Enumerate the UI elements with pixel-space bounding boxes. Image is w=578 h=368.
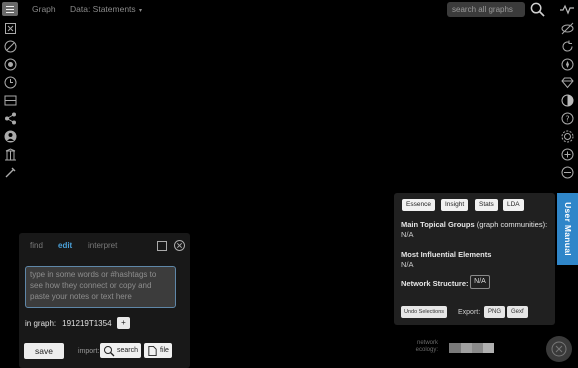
export-gexf-button[interactable]: Gexf — [507, 306, 528, 318]
compass-icon[interactable] — [561, 58, 574, 71]
main-groups-subtitle: (graph communities): — [476, 220, 548, 229]
graph-id: 191219T1354 — [62, 319, 112, 328]
in-graph-row: in graph: 191219T1354 — [25, 319, 112, 328]
contrast-icon[interactable] — [561, 94, 574, 107]
ecology-segment — [449, 343, 461, 353]
graph-link[interactable]: Graph — [32, 4, 56, 14]
share-icon[interactable] — [4, 112, 17, 125]
clock-icon[interactable] — [4, 76, 17, 89]
fullscreen-icon[interactable] — [4, 40, 17, 53]
tab-lda[interactable]: LDA — [503, 199, 524, 211]
diamond-icon[interactable] — [561, 76, 574, 89]
search-icon[interactable] — [530, 2, 545, 17]
data-dropdown-label: Data: Statements — [70, 4, 136, 14]
tools-icon[interactable] — [4, 166, 17, 179]
file-icon — [148, 345, 157, 356]
tab-essence[interactable]: Essence — [402, 199, 435, 211]
editor-panel: find edit interpret type in some words o… — [19, 233, 190, 368]
user-manual-label: User Manual — [562, 202, 573, 256]
close-panel-button[interactable] — [546, 336, 572, 362]
close-icon — [551, 341, 567, 357]
svg-text:?: ? — [565, 115, 569, 124]
tab-stats[interactable]: Stats — [475, 199, 498, 211]
tab-find[interactable]: find — [30, 241, 43, 250]
pulse-icon[interactable] — [560, 3, 574, 15]
structure-heading: Network Structure: — [401, 279, 469, 288]
main-groups-heading: Main Topical Groups (graph communities): — [401, 220, 547, 229]
menu-button[interactable] — [2, 2, 18, 16]
ecology-segment — [461, 343, 472, 353]
layout-icon[interactable] — [4, 94, 17, 107]
import-label: import: — [78, 348, 100, 355]
gear-icon[interactable] — [561, 130, 574, 143]
maximize-icon[interactable] — [157, 241, 167, 251]
tab-insight[interactable]: Insight — [441, 199, 469, 211]
ecology-segment — [483, 343, 494, 353]
export-label: Export: — [458, 309, 481, 316]
refresh-icon[interactable] — [561, 40, 574, 53]
user-icon[interactable] — [4, 130, 17, 143]
user-manual-tab[interactable]: User Manual — [557, 193, 578, 265]
document-icon[interactable] — [4, 22, 17, 35]
structure-value: N/A — [470, 275, 490, 289]
import-file-label: file — [160, 347, 169, 354]
undo-selections-button[interactable]: Undo Selections — [401, 306, 448, 318]
add-circle-icon[interactable] — [561, 148, 574, 161]
settings-circle-icon[interactable] — [561, 166, 574, 179]
tab-interpret[interactable]: interpret — [88, 241, 117, 250]
statement-textarea[interactable]: type in some words or #hashtags to see h… — [25, 266, 176, 308]
export-png-button[interactable]: PNG — [484, 306, 506, 318]
eye-off-icon[interactable] — [561, 22, 574, 35]
network-ecology-label: network ecology: — [415, 340, 438, 353]
import-search-label: search — [117, 347, 139, 354]
chevron-down-icon: ▾ — [139, 8, 143, 14]
influential-value: N/A — [401, 260, 414, 269]
in-graph-label: in graph: — [25, 319, 57, 328]
data-dropdown[interactable]: Data: Statements ▾ — [70, 4, 142, 14]
influential-heading: Most Influential Elements — [401, 250, 492, 259]
import-search-button[interactable]: search — [100, 343, 142, 358]
save-button[interactable]: save — [24, 343, 64, 359]
add-graph-button[interactable]: + — [117, 317, 130, 329]
tab-edit[interactable]: edit — [58, 241, 72, 250]
main-groups-title: Main Topical Groups — [401, 220, 475, 229]
ecology-segment — [472, 343, 483, 353]
pillar-icon[interactable] — [4, 148, 17, 161]
search-icon — [104, 345, 115, 356]
search-input[interactable]: search all graphs — [447, 2, 525, 17]
import-file-button[interactable]: file — [144, 343, 172, 358]
close-icon[interactable] — [174, 240, 185, 251]
insights-panel: Essence Insight Stats LDA Main Topical G… — [394, 193, 555, 325]
main-groups-value: N/A — [401, 230, 414, 239]
help-icon[interactable]: ? — [561, 112, 574, 125]
bubble-icon[interactable] — [4, 58, 17, 71]
